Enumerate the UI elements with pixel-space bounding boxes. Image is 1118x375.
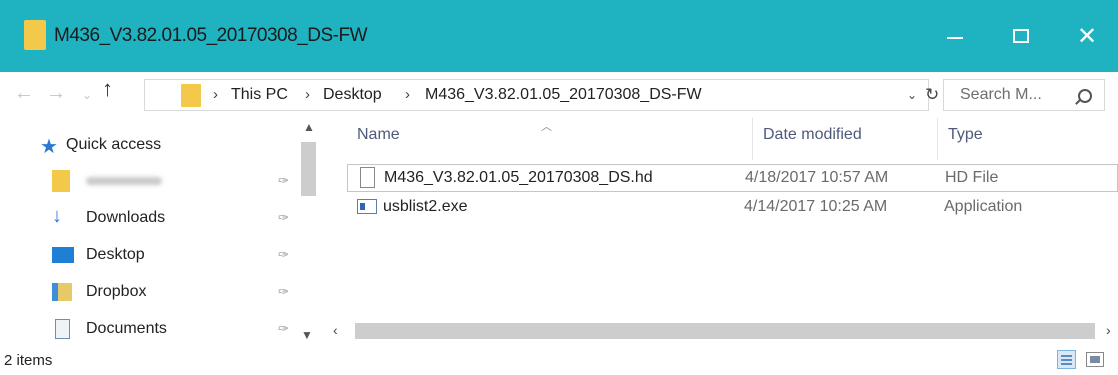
document-icon (360, 167, 375, 188)
sidebar-item-label: Documents (86, 320, 167, 337)
column-header-date-modified[interactable]: Date modified (763, 126, 862, 144)
file-name: M436_V3.82.01.05_20170308_DS.hd (384, 169, 653, 186)
status-bar: 2 items (0, 346, 1118, 375)
navigation-pane-scrollbar[interactable]: ▲ ▼ (296, 118, 321, 346)
up-button[interactable]: ↑ (102, 78, 113, 100)
scrollbar-thumb[interactable] (355, 323, 1095, 339)
search-icon (1078, 89, 1092, 103)
application-icon (357, 199, 377, 214)
navigation-pane: ★ Quick access ✑ ↓ Downloads ✑ Desktop ✑… (0, 118, 325, 346)
sidebar-item-documents[interactable]: Documents ✑ (30, 314, 300, 344)
scrollbar-thumb[interactable] (301, 142, 316, 196)
table-row[interactable]: usblist2.exe 4/14/2017 10:25 AM Applicat… (347, 194, 1118, 222)
sidebar-item-label: Desktop (86, 246, 145, 263)
folder-icon (52, 170, 70, 192)
file-type: HD File (945, 169, 999, 186)
item-count: 2 items (4, 352, 53, 369)
breadcrumb-separator[interactable]: › (305, 86, 310, 103)
scroll-down-icon[interactable]: ▼ (301, 328, 313, 342)
sidebar-item-label: Quick access (66, 136, 162, 153)
pin-icon[interactable]: ✑ (278, 284, 289, 300)
minimize-icon (947, 37, 963, 39)
maximize-icon (1013, 29, 1029, 43)
star-icon: ★ (40, 136, 58, 158)
sidebar-item-desktop[interactable]: Desktop ✑ (30, 240, 300, 270)
maximize-button[interactable] (990, 0, 1052, 72)
address-toolbar: ← → ⌄ ↑ › This PC › Desktop › M436_V3.82… (0, 72, 1118, 118)
documents-icon (55, 319, 70, 339)
horizontal-scrollbar[interactable]: ‹ › (325, 320, 1118, 342)
minimize-button[interactable] (924, 0, 986, 72)
sidebar-item-label-redacted (86, 177, 162, 185)
dropbox-icon (52, 283, 72, 301)
sidebar-item-label: Dropbox (86, 283, 147, 300)
address-dropdown-button[interactable]: ⌄ (907, 88, 917, 102)
file-type: Application (944, 198, 1023, 215)
back-button[interactable]: ← (14, 82, 34, 104)
sidebar-item-quick-access[interactable]: ★ Quick access (30, 130, 300, 160)
pin-icon[interactable]: ✑ (278, 173, 289, 189)
forward-button[interactable]: → (46, 82, 66, 104)
pin-icon[interactable]: ✑ (278, 210, 289, 226)
desktop-icon (52, 247, 74, 263)
close-icon: ✕ (1076, 22, 1098, 50)
sidebar-item-label: Downloads (86, 209, 166, 226)
breadcrumb-separator[interactable]: › (405, 86, 410, 103)
window-title: M436_V3.82.01.05_20170308_DS-FW (54, 25, 368, 46)
sidebar-item-user-folder[interactable]: ✑ (30, 166, 300, 196)
file-list: ︿ Name Date modified Type M436_V3.82.01.… (325, 118, 1118, 346)
sidebar-item-dropbox[interactable]: Dropbox ✑ (30, 277, 300, 307)
recent-locations-button[interactable]: ⌄ (82, 84, 92, 106)
pin-icon[interactable]: ✑ (278, 321, 289, 337)
title-bar[interactable]: M436_V3.82.01.05_20170308_DS-FW ✕ (0, 0, 1118, 72)
address-bar[interactable]: › This PC › Desktop › M436_V3.82.01.05_2… (144, 79, 939, 111)
scroll-up-icon[interactable]: ▲ (303, 120, 315, 134)
scroll-left-icon[interactable]: ‹ (333, 322, 338, 338)
search-placeholder: Search M... (960, 86, 1042, 103)
breadcrumb-this-pc[interactable]: This PC (231, 86, 288, 104)
table-row[interactable]: M436_V3.82.01.05_20170308_DS.hd 4/18/201… (347, 164, 1118, 192)
download-icon: ↓ (52, 205, 62, 227)
close-button[interactable]: ✕ (1056, 0, 1118, 72)
file-name: usblist2.exe (383, 198, 468, 215)
large-icons-view-icon[interactable] (1086, 352, 1104, 367)
breadcrumb-separator[interactable]: › (213, 86, 218, 103)
column-header-type[interactable]: Type (948, 126, 983, 144)
folder-icon (181, 84, 201, 107)
breadcrumb-desktop[interactable]: Desktop (323, 86, 382, 104)
pin-icon[interactable]: ✑ (278, 247, 289, 263)
column-divider[interactable] (937, 118, 938, 160)
column-divider[interactable] (752, 118, 753, 160)
scroll-right-icon[interactable]: › (1106, 322, 1111, 338)
sidebar-item-downloads[interactable]: ↓ Downloads ✑ (30, 203, 300, 233)
file-date: 4/14/2017 10:25 AM (744, 198, 888, 215)
file-date: 4/18/2017 10:57 AM (745, 169, 889, 186)
sort-ascending-icon: ︿ (541, 121, 552, 133)
folder-icon (24, 20, 46, 50)
details-view-icon[interactable] (1057, 350, 1076, 369)
breadcrumb-current-folder[interactable]: M436_V3.82.01.05_20170308_DS-FW (425, 86, 702, 104)
refresh-button[interactable]: ↻ (925, 85, 939, 105)
column-header-name[interactable]: Name (357, 126, 400, 144)
search-input[interactable]: Search M... (943, 79, 1105, 111)
